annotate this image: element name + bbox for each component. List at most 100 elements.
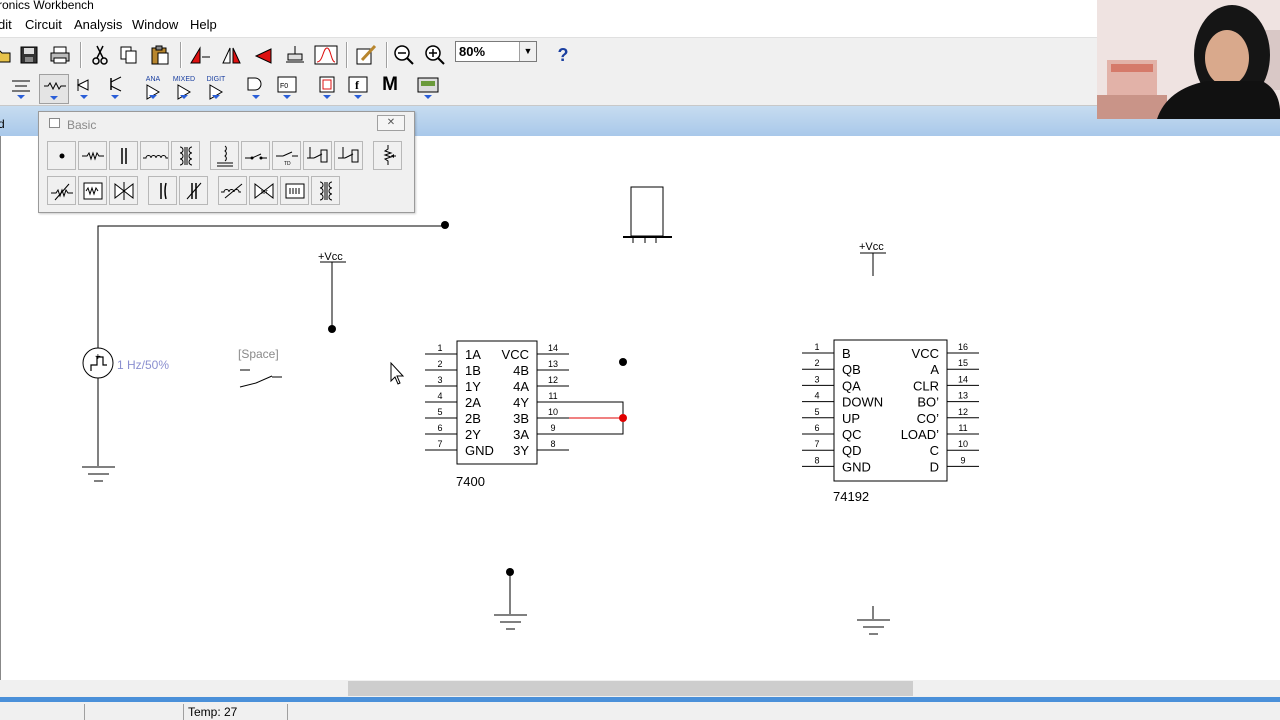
pin-label: DOWN — [842, 395, 883, 410]
magnetic-core-button[interactable] — [280, 176, 309, 205]
transformer-button[interactable] — [171, 141, 200, 170]
vcc-source-2[interactable] — [860, 252, 886, 276]
time-delay-switch-icon: TD — [275, 151, 298, 167]
pin-label: 3A — [513, 427, 529, 442]
resistor-button[interactable] — [78, 141, 107, 170]
vcc-label: +Vcc — [318, 251, 343, 263]
pin-label: CO’ — [917, 411, 940, 426]
pin-label: VCC — [912, 346, 939, 361]
seven-segment-part[interactable] — [623, 186, 672, 243]
inductor-icon — [142, 154, 168, 158]
transformer-icon — [179, 146, 192, 165]
variable-inductor-icon — [220, 183, 242, 198]
variable-capacitor-icon — [186, 182, 201, 199]
pin-number: 16 — [958, 342, 968, 352]
pin-number: 6 — [437, 423, 442, 433]
vcc-label-2: +Vcc — [859, 241, 884, 253]
ground-symbol-2[interactable] — [494, 568, 527, 630]
magnetic-core-icon — [285, 183, 304, 198]
pin-label: 1B — [465, 363, 481, 378]
nonlinear-transformer-button[interactable] — [311, 176, 340, 205]
relay-button[interactable] — [210, 141, 239, 170]
pin-number: 12 — [548, 375, 558, 385]
clock-source[interactable]: + — [82, 347, 114, 466]
analog-switch-button[interactable] — [109, 176, 138, 205]
basic-parts-palette[interactable]: Basic ✕ TD MT — [38, 111, 415, 213]
pin-label: QA — [842, 378, 861, 393]
pin-number: 8 — [550, 439, 555, 449]
pin-label: 4A — [513, 379, 529, 394]
clock-label: 1 Hz/50% — [117, 358, 169, 372]
polarized-capacitor-icon — [159, 182, 167, 199]
current-switch-icon — [337, 146, 358, 162]
pin-number: 11 — [548, 391, 557, 401]
variable-inductor-button[interactable] — [218, 176, 247, 205]
switch[interactable] — [239, 369, 282, 388]
mouse-cursor-icon — [390, 361, 405, 385]
switch-icon — [244, 153, 267, 159]
vcc-source[interactable] — [320, 261, 346, 333]
potentiometer-button[interactable] — [373, 141, 402, 170]
close-icon[interactable]: ✕ — [377, 115, 405, 131]
pin-number: 5 — [814, 407, 819, 417]
presenter-video-icon — [1097, 0, 1280, 119]
variable-capacitor-button[interactable] — [179, 176, 208, 205]
pin-label: 2B — [465, 411, 481, 426]
pin-number: 5 — [437, 407, 442, 417]
pin-label: D — [930, 459, 939, 474]
coreless-coil-button[interactable]: MT — [249, 176, 278, 205]
horizontal-scrollbar[interactable] — [0, 680, 1280, 697]
pin-label: BO’ — [917, 395, 939, 410]
pin-label: 1A — [465, 347, 481, 362]
status-pane-empty — [84, 704, 184, 720]
pin-label: QD — [842, 443, 862, 458]
pin-number: 14 — [548, 343, 558, 353]
inductor-button[interactable] — [140, 141, 169, 170]
connector-button[interactable] — [47, 141, 76, 170]
pin-number: 2 — [437, 359, 442, 369]
pin-label: GND — [465, 443, 494, 458]
pin-label: UP — [842, 411, 860, 426]
pin-label: 1Y — [465, 379, 481, 394]
ground-symbol[interactable] — [82, 466, 115, 482]
pin-label: B — [842, 346, 851, 361]
time-delay-switch-button[interactable]: TD — [272, 141, 301, 170]
potentiometer-icon — [382, 144, 396, 165]
capacitor-button[interactable] — [109, 141, 138, 170]
analog-switch-icon — [114, 181, 133, 200]
wire-loop[interactable] — [569, 401, 627, 435]
pin-number: 9 — [960, 455, 965, 465]
junction-dot[interactable] — [619, 358, 627, 366]
resistor-icon — [81, 150, 104, 161]
chip-74192-label: 74192 — [833, 489, 869, 504]
svg-text:MT: MT — [261, 190, 268, 196]
ground-symbol-3[interactable] — [857, 606, 890, 635]
palette-title: Basic — [67, 118, 97, 132]
pin-label: CLR — [913, 378, 939, 393]
variable-resistor-icon — [50, 183, 73, 200]
scrollbar-thumb[interactable] — [348, 681, 913, 696]
pin-number: 12 — [958, 407, 968, 417]
variable-resistor-button[interactable] — [47, 176, 76, 205]
pin-number: 4 — [814, 391, 819, 401]
pin-number: 2 — [814, 358, 819, 368]
pin-number: 4 — [437, 391, 442, 401]
voltage-switch-button[interactable] — [303, 141, 332, 170]
chip-74192[interactable]: 1 B 2 QB 3 QA 4 DOWN 5 UP 6 QC 7 QD 8 GND 16 VCC 15 A 14 CLR… — [802, 339, 979, 482]
schematic-drawing: + 1 Hz/50% +Vcc [Space] +Vcc 1 1A2 1B3 1… — [82, 186, 979, 635]
polarized-capacitor-button[interactable] — [148, 176, 177, 205]
resistor-pack-button[interactable] — [78, 176, 107, 205]
pin-number: 3 — [437, 375, 442, 385]
status-bar: Temp: 27 — [0, 697, 1280, 720]
current-switch-button[interactable] — [334, 141, 363, 170]
pin-number: 3 — [814, 374, 819, 384]
pin-number: 7 — [437, 439, 442, 449]
wire-top[interactable] — [97, 221, 449, 350]
pin-label: 3B — [513, 411, 529, 426]
switch-button[interactable] — [241, 141, 270, 170]
pin-label: GND — [842, 459, 871, 474]
pin-label: QC — [842, 427, 862, 442]
chip-7400[interactable]: 1 1A 2 1B 3 1Y 4 2A 5 2B 6 2Y 7 GND 14 VCC 13 4B 12 4A 11 4Y… — [425, 340, 569, 465]
relay-icon — [216, 145, 233, 166]
webcam-overlay — [1097, 0, 1280, 119]
